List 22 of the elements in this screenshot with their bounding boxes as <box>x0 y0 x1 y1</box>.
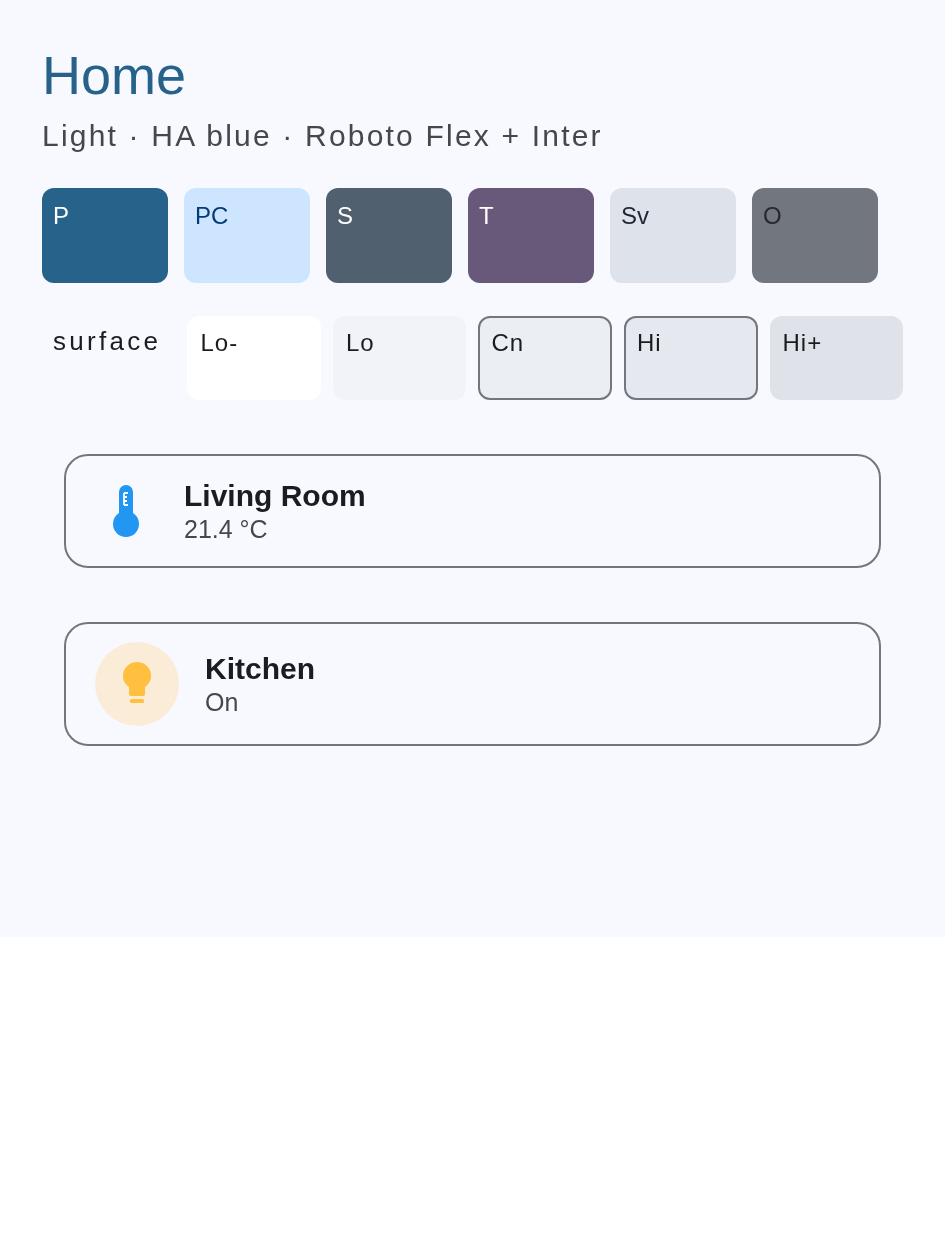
lightbulb-icon <box>95 642 179 726</box>
tile-state: 21.4 °C <box>184 514 268 544</box>
surface-label: surface <box>52 325 163 356</box>
page-title: Home <box>42 44 187 106</box>
surface-swatch: Hi+ <box>769 316 903 400</box>
thermometer-icon <box>112 485 140 537</box>
color-swatch: Sv <box>610 188 736 283</box>
tile-name: Living Room <box>184 478 366 514</box>
page-subtitle: Light · HA blue · Roboto Flex + Inter <box>42 118 603 154</box>
color-swatch: PC <box>184 188 310 283</box>
tile-name: Kitchen <box>205 651 315 687</box>
surface-swatch: Hi <box>624 316 758 400</box>
tile-state: On <box>205 687 239 717</box>
color-swatch: S <box>326 188 452 283</box>
color-swatch: P <box>42 188 168 283</box>
color-swatch: T <box>468 188 594 283</box>
surface-swatch: Cn <box>478 316 612 400</box>
entity-tile[interactable]: Kitchen On <box>64 622 881 746</box>
surface-swatch: Lo- <box>187 316 321 400</box>
surface-swatch: Lo <box>332 316 467 400</box>
color-swatch: O <box>752 188 878 283</box>
entity-tile[interactable]: Living Room 21.4 °C <box>64 454 881 568</box>
